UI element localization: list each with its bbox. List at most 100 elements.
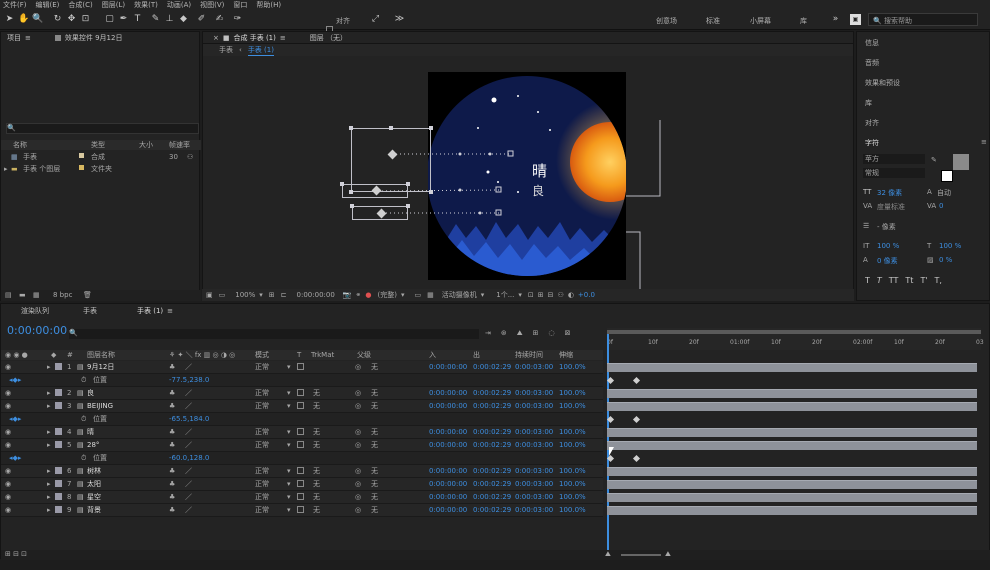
quality-switch-icon[interactable]: ／ <box>185 389 192 398</box>
layer-row[interactable]: ◉ ▸ 8 ▤ 星空 ♣ ／ 正常 ▾ 无 ◎ 无 0:00:00:00 0:00:02:29 0:00:0… <box>1 491 603 504</box>
zoom-out-icon[interactable]: ⛰ <box>605 550 611 559</box>
menu-item[interactable]: 编辑(E) <box>36 0 60 10</box>
pick-whip-icon[interactable]: ◎ <box>355 493 361 502</box>
visibility-eye-icon[interactable]: ◉ <box>5 402 11 411</box>
rectangle-tool-icon[interactable]: ▢ <box>104 14 115 25</box>
stretch[interactable]: 100.0% <box>559 506 586 515</box>
project-item[interactable]: ▦ 手表 合成 30 ⚇ <box>1 152 201 163</box>
layer-name[interactable]: 背景 <box>87 506 101 515</box>
region-icon[interactable]: ▭ <box>414 291 421 299</box>
expand-triangle-icon[interactable]: ▸ <box>4 165 8 174</box>
shy-switch-icon[interactable]: ♣ <box>169 363 175 372</box>
fast-preview-icon[interactable]: ⊞ <box>538 291 544 299</box>
font-size-value[interactable]: 32 像素 <box>877 188 902 198</box>
pick-whip-icon[interactable]: ◎ <box>355 441 361 450</box>
expand-triangle-icon[interactable]: ▸ <box>47 402 51 411</box>
camera-dropdown[interactable]: 活动摄像机 <box>442 290 477 300</box>
camera-tool-icon[interactable]: ✥ <box>66 14 77 25</box>
search-help-input[interactable]: 🔍 搜索帮助 <box>868 13 978 26</box>
lock-icon[interactable]: ■ <box>223 34 230 42</box>
out-point[interactable]: 0:00:02:29 <box>473 441 511 450</box>
duration[interactable]: 0:00:03:00 <box>515 363 553 372</box>
keyframe-icon[interactable] <box>632 454 641 463</box>
visibility-eye-icon[interactable]: ◉ <box>5 493 11 502</box>
menu-item[interactable]: 效果(T) <box>134 0 158 10</box>
toggle-switches-icon[interactable]: ⊞ ⊟ ⊡ <box>5 550 27 559</box>
column-size[interactable]: 大小 <box>139 141 153 150</box>
fill-color-swatch[interactable] <box>953 154 969 170</box>
composition-canvas[interactable]: 晴 良 <box>428 72 626 280</box>
timeline-tab-active[interactable]: 手表 (1) <box>137 306 163 316</box>
layer-name[interactable]: 树林 <box>87 467 101 476</box>
preserve-transparency-checkbox[interactable] <box>297 402 304 409</box>
out-point[interactable]: 0:00:02:29 <box>473 428 511 437</box>
timeline-tab[interactable]: 手表 <box>83 306 97 316</box>
layer-name[interactable]: 28° <box>87 441 99 450</box>
stopwatch-icon[interactable]: ⏱ <box>81 454 86 463</box>
preserve-transparency-checkbox[interactable] <box>297 363 304 370</box>
quality-switch-icon[interactable]: ／ <box>185 428 192 437</box>
duration[interactable]: 0:00:03:00 <box>515 389 553 398</box>
resolution-dropdown[interactable]: (完整) <box>378 290 397 300</box>
layer-tab[interactable]: 图层 （无） <box>310 33 347 43</box>
breadcrumb-item-active[interactable]: 手表 (1) <box>247 45 274 56</box>
shy-switch-icon[interactable]: ♣ <box>169 467 175 476</box>
hand-tool-icon[interactable]: ✋ <box>18 14 29 25</box>
render-queue-tab[interactable]: 渲染队列 <box>21 306 49 316</box>
layer-row[interactable]: ◉ ▸ 9 ▤ 背景 ♣ ／ 正常 ▾ 无 ◎ 无 0:00:00:00 0:00:02:29 0:00:0… <box>1 504 603 517</box>
brush-tool-icon[interactable]: ✎ <box>150 14 161 25</box>
stretch[interactable]: 100.0% <box>559 480 586 489</box>
layer-name[interactable]: BEIJING <box>87 402 113 411</box>
horizontal-scale-value[interactable]: 100 % <box>939 242 961 250</box>
trkmat-header[interactable]: TrkMat <box>311 351 334 360</box>
visibility-eye-icon[interactable]: ◉ <box>5 389 11 398</box>
layer-name-header[interactable]: 图层名称 <box>87 351 115 360</box>
column-name[interactable]: 名称 <box>13 141 27 150</box>
breadcrumb-item[interactable]: 手表 <box>219 45 233 55</box>
flowchart-icon[interactable]: ⚇ <box>187 153 193 162</box>
layer-duration-bar[interactable] <box>607 467 977 476</box>
draft-3d-icon[interactable]: ⊛ <box>501 329 507 338</box>
duration[interactable]: 0:00:03:00 <box>515 441 553 450</box>
trkmat-dropdown[interactable]: 无 <box>313 506 320 515</box>
label-color-icon[interactable] <box>55 402 62 409</box>
stopwatch-icon[interactable]: ⏱ <box>81 415 86 424</box>
small-caps-button[interactable]: Tt <box>905 276 913 285</box>
menu-item[interactable]: 帮助(H) <box>256 0 281 10</box>
parent-header[interactable]: 父级 <box>357 351 371 360</box>
close-icon[interactable]: × <box>213 34 219 42</box>
property-row[interactable]: ◂◆▸ ⏱ 位置 -65.5,184.0 <box>1 413 603 426</box>
blend-mode-dropdown[interactable]: 正常 <box>255 441 269 450</box>
layer-name[interactable]: 太阳 <box>87 480 101 489</box>
in-point[interactable]: 0:00:00:00 <box>429 506 467 515</box>
clone-stamp-tool-icon[interactable]: ⊥ <box>164 14 175 25</box>
stroke-color-swatch[interactable] <box>941 170 953 182</box>
timeline-icon[interactable]: ⊟ <box>548 291 554 299</box>
timeline-search-input[interactable]: 🔍 <box>69 329 479 339</box>
property-row[interactable]: ◂◆▸ ⏱ 位置 -60.0,128.0 <box>1 452 603 465</box>
layer-duration-bar[interactable] <box>607 493 977 502</box>
composition-tab[interactable]: 合成 手表 (1) <box>234 33 276 43</box>
visibility-eye-icon[interactable]: ◉ <box>5 480 11 489</box>
layer-name[interactable]: 良 <box>87 389 94 398</box>
layer-duration-bar[interactable] <box>607 389 977 398</box>
workspace-standard[interactable]: 标准 <box>706 16 720 26</box>
menu-item[interactable]: 窗口 <box>233 0 247 10</box>
parent-dropdown[interactable]: 无 <box>371 363 378 372</box>
pick-whip-icon[interactable]: ◎ <box>355 506 361 515</box>
duration[interactable]: 0:00:03:00 <box>515 480 553 489</box>
stopwatch-icon[interactable]: ⏱ <box>81 376 86 385</box>
column-fps[interactable]: 帧速率 <box>169 141 190 150</box>
layer-row[interactable]: ◉ ▸ 1 ▤ 9月12日 ♣ ／ 正常 ▾ ◎ 无 0:00:00:00 0:00:02:29 0:00… <box>1 361 603 374</box>
layer-duration-bar[interactable] <box>607 506 977 515</box>
kerning-value[interactable]: 度量标准 <box>877 202 905 212</box>
quality-switch-icon[interactable]: ／ <box>185 402 192 411</box>
out-point[interactable]: 0:00:02:29 <box>473 467 511 476</box>
shy-switch-icon[interactable]: ♣ <box>169 402 175 411</box>
vertical-scale-value[interactable]: 100 % <box>877 242 899 250</box>
effects-controls-tab[interactable]: 效果控件 9月12日 <box>65 33 123 43</box>
menu-item[interactable]: 文件(F) <box>3 0 27 10</box>
label-color-icon[interactable] <box>55 428 62 435</box>
stretch[interactable]: 100.0% <box>559 428 586 437</box>
tsume-value[interactable]: 0 % <box>939 256 952 264</box>
